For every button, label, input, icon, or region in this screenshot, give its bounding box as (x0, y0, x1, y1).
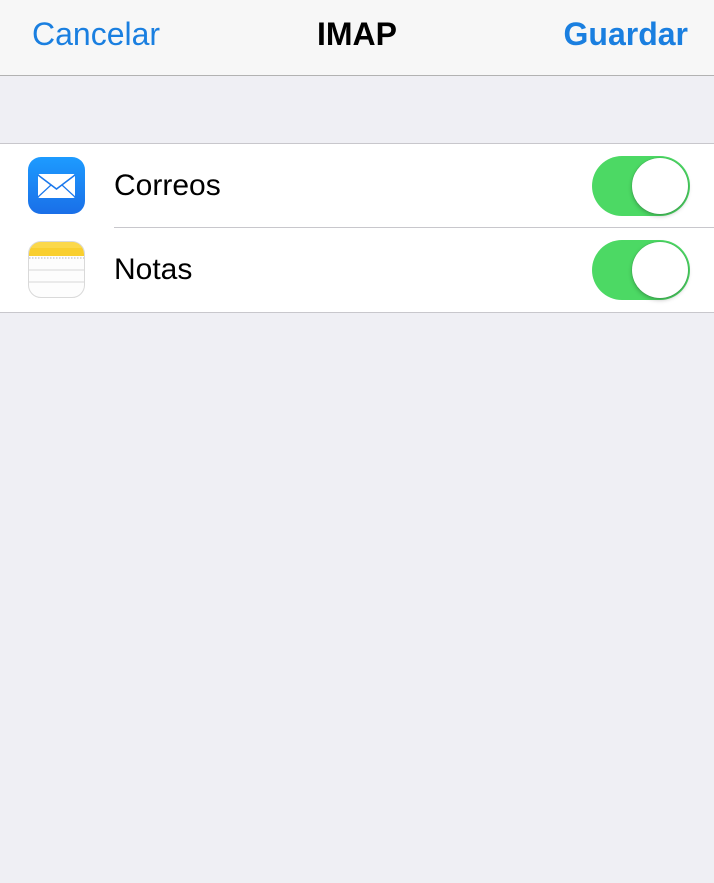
notes-icon (28, 241, 85, 298)
mail-icon (28, 157, 85, 214)
settings-list: Correos Notas (0, 143, 714, 313)
mail-toggle-knob (632, 158, 688, 214)
setting-row-notes: Notas (0, 227, 714, 312)
setting-label-mail: Correos (114, 169, 221, 202)
save-button[interactable]: Guardar (564, 14, 688, 54)
navigation-bar: Cancelar IMAP Guardar (0, 0, 714, 76)
notes-toggle-knob (632, 242, 688, 298)
setting-row-mail: Correos (0, 144, 714, 228)
setting-label-notes: Notas (114, 253, 193, 286)
mail-toggle[interactable] (592, 156, 690, 216)
notes-toggle[interactable] (592, 240, 690, 300)
